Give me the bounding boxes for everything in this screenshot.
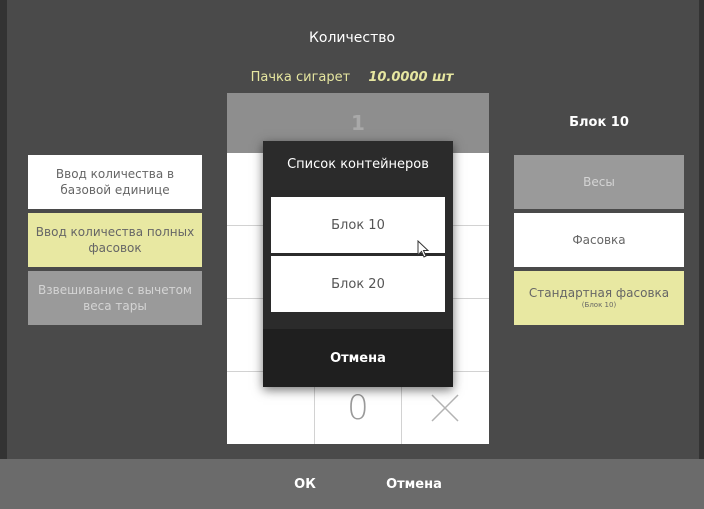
mode-weighing-tare-button[interactable]: Взвешивание с вычетом веса тары: [28, 271, 202, 325]
container-list-popup: Список контейнеров Блок 10 Блок 20 Отмен…: [263, 141, 453, 387]
popup-cancel-button[interactable]: Отмена: [263, 329, 453, 387]
standard-package-sublabel: (Блок 10): [581, 301, 617, 309]
standard-package-button[interactable]: Стандартная фасовка (Блок 10): [514, 271, 684, 325]
mode-base-unit-button[interactable]: Ввод количества в базовой единице: [28, 155, 202, 209]
package-button[interactable]: Фасовка: [514, 213, 684, 267]
standard-package-label: Стандартная фасовка: [528, 286, 670, 300]
mode-full-packages-button[interactable]: Ввод количества полных фасовок: [28, 213, 202, 267]
bottom-bar: ОК Отмена: [0, 459, 704, 509]
cancel-button[interactable]: Отмена: [372, 459, 456, 509]
product-name: Пачка сигарет: [250, 70, 351, 85]
package-button-label: Фасовка: [572, 232, 626, 247]
container-item[interactable]: Блок 20: [271, 256, 445, 312]
popup-title: Список контейнеров: [287, 157, 429, 172]
product-info: Пачка сигарет 10.0000 шт: [0, 70, 704, 85]
dialog-title: Количество: [308, 30, 396, 46]
mouse-cursor-icon: [417, 240, 430, 258]
product-quantity: 10.0000 шт: [368, 70, 454, 85]
scales-button-label: Весы: [583, 174, 615, 189]
scales-button[interactable]: Весы: [514, 155, 684, 209]
selected-container-title: Блок 10: [569, 115, 629, 130]
ok-button[interactable]: ОК: [270, 459, 340, 509]
close-x-icon: [431, 393, 459, 422]
